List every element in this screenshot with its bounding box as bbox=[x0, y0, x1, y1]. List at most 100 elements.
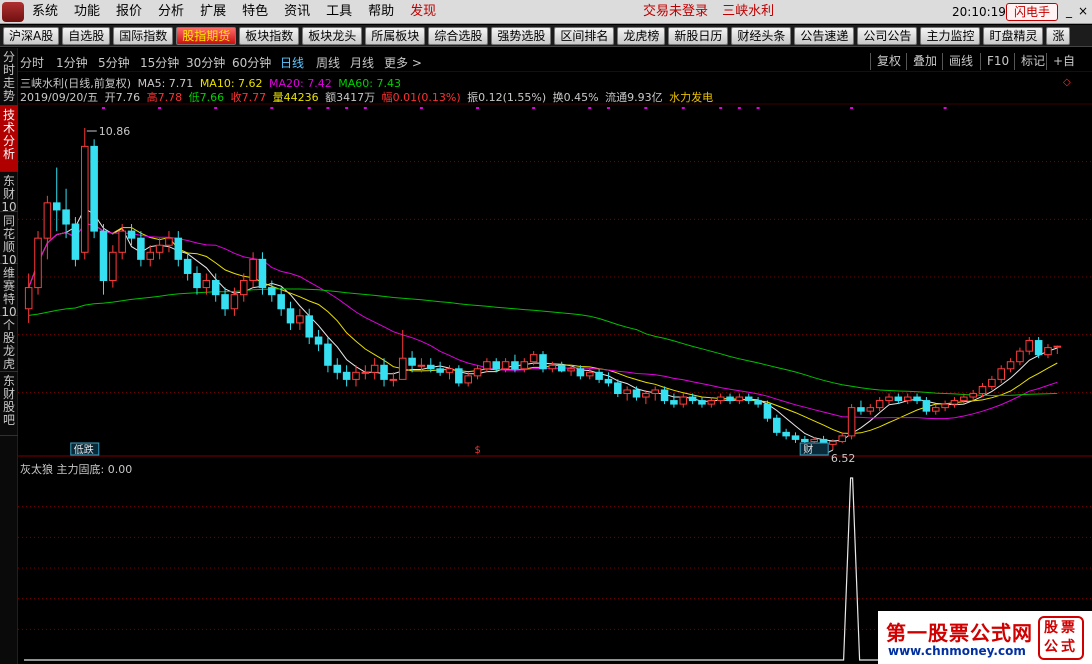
candle bbox=[576, 368, 585, 377]
candle bbox=[707, 400, 716, 405]
candle bbox=[688, 396, 697, 402]
candle bbox=[1025, 340, 1034, 352]
sub-indicator-name[interactable]: 灰太狼 bbox=[20, 463, 53, 476]
candle bbox=[903, 396, 912, 402]
event-mark bbox=[214, 107, 218, 109]
candle bbox=[978, 385, 987, 395]
candle bbox=[455, 368, 463, 384]
candle bbox=[511, 361, 519, 370]
candle bbox=[716, 396, 725, 402]
candle bbox=[436, 368, 444, 373]
candle bbox=[595, 371, 603, 380]
candle bbox=[520, 361, 529, 370]
event-mark bbox=[719, 107, 723, 109]
candle bbox=[623, 389, 631, 395]
candle bbox=[950, 400, 959, 405]
candle bbox=[1034, 340, 1043, 356]
candle bbox=[557, 364, 566, 372]
candle bbox=[380, 364, 388, 380]
candle bbox=[473, 368, 482, 377]
candle bbox=[492, 361, 501, 370]
candle bbox=[258, 258, 267, 289]
candle bbox=[941, 403, 949, 409]
candle bbox=[464, 375, 472, 384]
kline-chart[interactable]: 10.86 6.52 低跌 $ 财 bbox=[0, 0, 1092, 664]
ma5-line bbox=[28, 207, 1058, 442]
watermark-title: 第一股票公式网 bbox=[886, 621, 1033, 645]
candle bbox=[651, 389, 659, 395]
candle bbox=[165, 237, 173, 246]
event-mark bbox=[606, 107, 610, 109]
event-mark bbox=[737, 107, 741, 109]
candle bbox=[1006, 361, 1015, 370]
candle bbox=[885, 396, 893, 402]
candle bbox=[249, 258, 257, 282]
candle bbox=[408, 357, 416, 366]
candle bbox=[146, 251, 155, 260]
watermark-url: www.chnmoney.com bbox=[888, 644, 1026, 658]
candle bbox=[857, 407, 865, 412]
candle bbox=[604, 378, 613, 384]
candle bbox=[361, 371, 370, 374]
candle bbox=[389, 378, 398, 381]
candle bbox=[34, 237, 42, 289]
candle bbox=[277, 294, 285, 310]
candle bbox=[847, 407, 856, 437]
candle bbox=[71, 223, 80, 260]
candle bbox=[501, 361, 510, 370]
candle bbox=[875, 400, 884, 409]
event-mark bbox=[158, 107, 162, 109]
tag-left: 低跌 bbox=[74, 443, 94, 456]
candle bbox=[819, 438, 828, 444]
candle bbox=[445, 368, 454, 373]
candle bbox=[296, 315, 304, 324]
candle bbox=[960, 396, 968, 402]
candle bbox=[239, 280, 248, 296]
event-mark bbox=[588, 107, 592, 109]
candle bbox=[1016, 350, 1024, 363]
candle bbox=[698, 400, 706, 405]
candle bbox=[305, 315, 313, 338]
candle bbox=[660, 389, 669, 402]
candle bbox=[90, 145, 98, 232]
candle bbox=[483, 361, 491, 370]
ma20-line bbox=[28, 223, 1058, 420]
candle bbox=[744, 396, 753, 402]
candle bbox=[567, 368, 575, 372]
candle bbox=[679, 396, 688, 405]
candle bbox=[342, 371, 351, 380]
candle bbox=[193, 272, 201, 289]
event-mark bbox=[270, 107, 274, 109]
candle bbox=[922, 400, 931, 412]
candle bbox=[155, 244, 164, 253]
candle bbox=[1044, 347, 1052, 356]
candle bbox=[352, 371, 360, 380]
candle bbox=[230, 294, 239, 310]
event-mark bbox=[419, 107, 423, 109]
event-mark bbox=[476, 107, 480, 109]
event-mark bbox=[681, 107, 685, 109]
candle bbox=[24, 287, 33, 310]
candle bbox=[202, 280, 211, 289]
candle bbox=[866, 407, 875, 412]
candle bbox=[988, 378, 996, 387]
candle bbox=[894, 396, 903, 402]
candle bbox=[62, 209, 70, 225]
candle bbox=[735, 396, 744, 402]
event-mark bbox=[644, 107, 648, 109]
candle bbox=[370, 364, 379, 373]
event-mark bbox=[307, 107, 311, 109]
candle bbox=[614, 382, 622, 395]
candle bbox=[52, 202, 61, 211]
candle bbox=[763, 403, 772, 419]
sub-indicator-label: 灰太狼 主力固底: 0.00 bbox=[20, 461, 132, 477]
candle bbox=[791, 435, 800, 440]
candle bbox=[548, 364, 557, 370]
candle bbox=[529, 354, 538, 363]
candle bbox=[221, 294, 229, 310]
candle bbox=[539, 354, 547, 370]
candle bbox=[782, 431, 790, 437]
tag-right: 财 bbox=[803, 443, 813, 456]
candle bbox=[726, 396, 734, 402]
candle bbox=[99, 230, 108, 282]
